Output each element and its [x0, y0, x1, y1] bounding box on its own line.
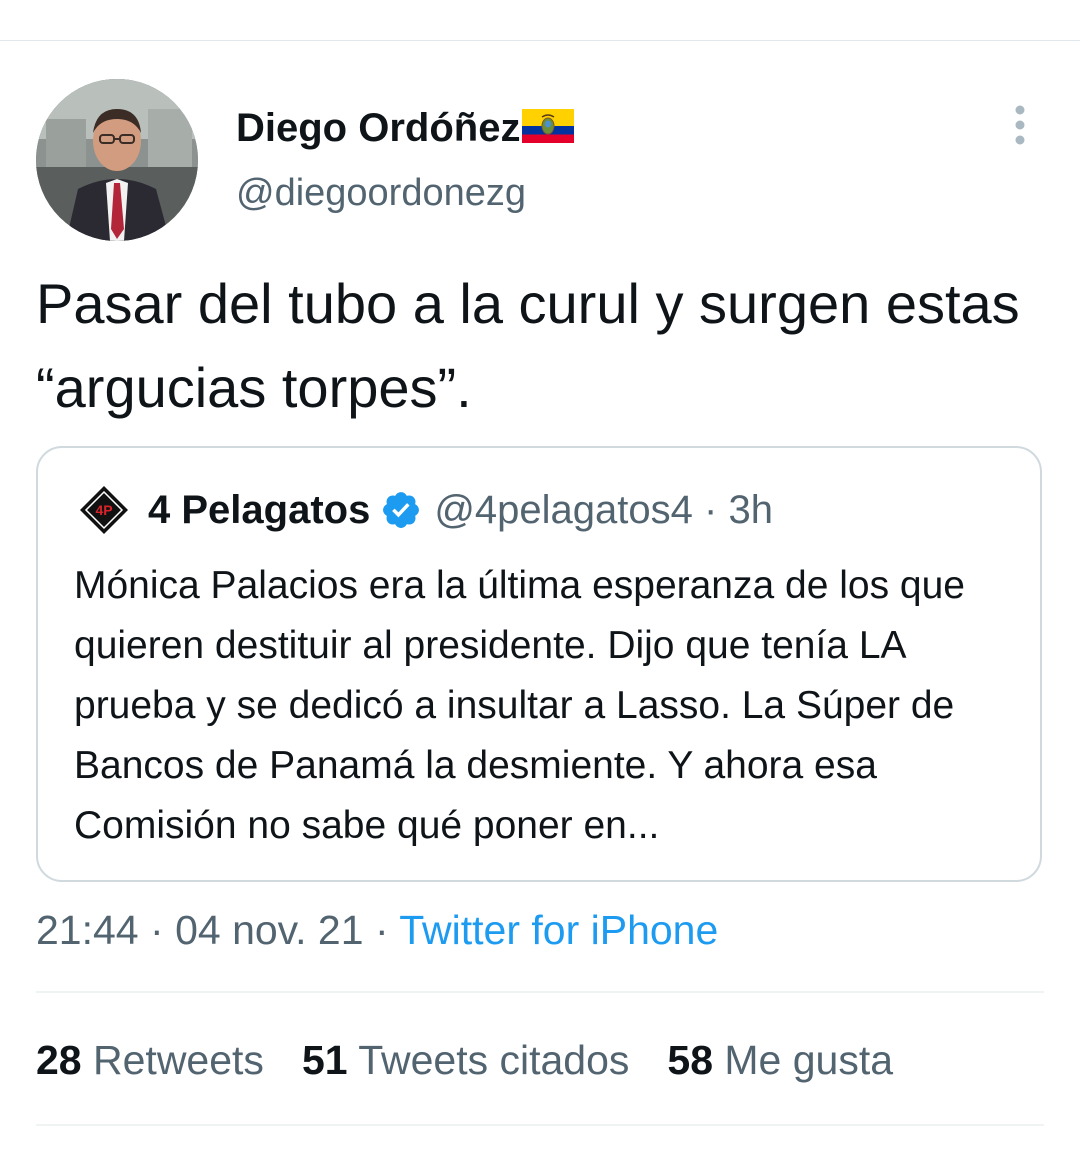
quoted-tweet-header: 4 Pelagatos @4pelagatos4 · 3h: [148, 486, 773, 534]
quoted-author-handle[interactable]: @4pelagatos4: [434, 486, 693, 534]
stats-top-divider: [36, 991, 1044, 993]
meta-separator: ·: [704, 488, 718, 532]
tweet-text: Pasar del tubo a la curul y surgen estas…: [36, 272, 1020, 419]
ecuador-flag-icon: [522, 109, 575, 143]
top-divider: [0, 40, 1080, 41]
tweet-source-link[interactable]: Twitter for iPhone: [399, 907, 718, 953]
4pelagatos-logo-icon: 4P: [80, 486, 128, 534]
likes-stat[interactable]: 58 Me gusta: [667, 1034, 893, 1086]
more-options-icon[interactable]: [1005, 102, 1035, 148]
quoted-tweet-age[interactable]: 3h: [728, 486, 773, 534]
quoted-tweet-card[interactable]: 4P 4 Pelagatos @4pelagatos4 · 3h Mónica …: [36, 446, 1042, 882]
timestamp-row: 21:44 · 04 nov. 21 · Twitter for iPhone: [36, 904, 718, 956]
engagement-stats: 28 Retweets 51 Tweets citados 58 Me gust…: [36, 1034, 931, 1086]
logo-text: 4P: [95, 502, 112, 518]
quote-tweets-stat[interactable]: 51 Tweets citados: [302, 1034, 629, 1086]
author-handle[interactable]: @diegoordonezg: [236, 170, 526, 216]
source-separator: ·: [374, 907, 389, 953]
stats-bottom-divider: [36, 1124, 1044, 1126]
tweet-time[interactable]: 21:44: [36, 907, 139, 953]
author-name-row[interactable]: Diego Ordóñez: [236, 104, 575, 152]
retweets-label: Retweets: [93, 1037, 264, 1083]
retweets-count: 28: [36, 1037, 82, 1083]
quoted-author-name[interactable]: 4 Pelagatos: [148, 486, 370, 534]
quote-tweets-label: Tweets citados: [358, 1037, 630, 1083]
likes-count: 58: [667, 1037, 713, 1083]
author-avatar[interactable]: [36, 79, 198, 241]
quoted-tweet-text: Mónica Palacios era la última esperanza …: [74, 564, 966, 847]
quote-tweets-count: 51: [301, 1037, 348, 1083]
likes-label: Me gusta: [724, 1037, 894, 1083]
retweets-stat[interactable]: 28 Retweets: [36, 1034, 264, 1086]
timestamp-separator: ·: [150, 907, 164, 953]
tweet-date[interactable]: 04 nov. 21: [175, 907, 363, 953]
author-name[interactable]: Diego Ordóñez: [236, 104, 520, 152]
verified-badge-icon: [383, 492, 420, 528]
